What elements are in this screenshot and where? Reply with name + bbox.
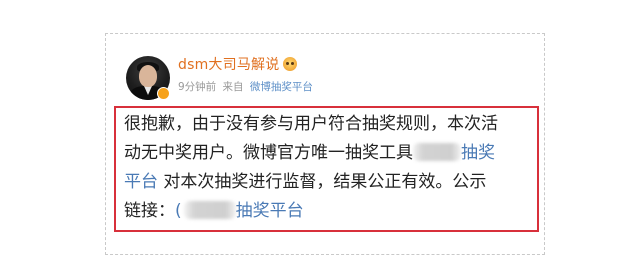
username-row: dsm大司马解说 — [178, 54, 298, 74]
from-label: 来自 — [222, 81, 244, 93]
post-time: 9分钟前 — [178, 81, 217, 93]
weibo-post-card: dsm大司马解说 9分钟前 来自 微博抽奖平台 很抱歉，由于没有参与用户符合抽奖… — [105, 33, 545, 255]
content-line-1: 很抱歉，由于没有参与用户符合抽奖规则，本次活 — [124, 114, 498, 134]
public-link-prefix[interactable]: ( — [175, 201, 182, 221]
public-link[interactable]: 抽奖平台 — [236, 201, 304, 221]
highlighted-post-content: 很抱歉，由于没有参与用户符合抽奖规则，本次活 动无中奖用户。微博官方唯一抽奖工具… — [114, 106, 539, 232]
blurred-link-icon — [183, 201, 236, 219]
verified-badge-icon — [157, 87, 170, 100]
content-line-3: 对本次抽奖进行监督，结果公正有效。公示 — [158, 172, 487, 192]
post-meta: 9分钟前 来自 微博抽奖平台 — [178, 79, 316, 94]
post-source-link[interactable]: 微博抽奖平台 — [250, 81, 313, 93]
lottery-link-part-1[interactable]: 抽奖 — [461, 143, 495, 163]
username[interactable]: dsm大司马解说 — [178, 54, 279, 74]
content-line-4-label: 链接： — [124, 201, 175, 221]
smile-emoji-icon — [283, 57, 298, 71]
lottery-link-part-2[interactable]: 平台 — [124, 172, 158, 192]
blurred-mention — [413, 143, 461, 161]
content-line-2: 动无中奖用户。微博官方唯一抽奖工具 — [124, 143, 413, 163]
post-content: 很抱歉，由于没有参与用户符合抽奖规则，本次活 动无中奖用户。微博官方唯一抽奖工具… — [124, 110, 529, 226]
